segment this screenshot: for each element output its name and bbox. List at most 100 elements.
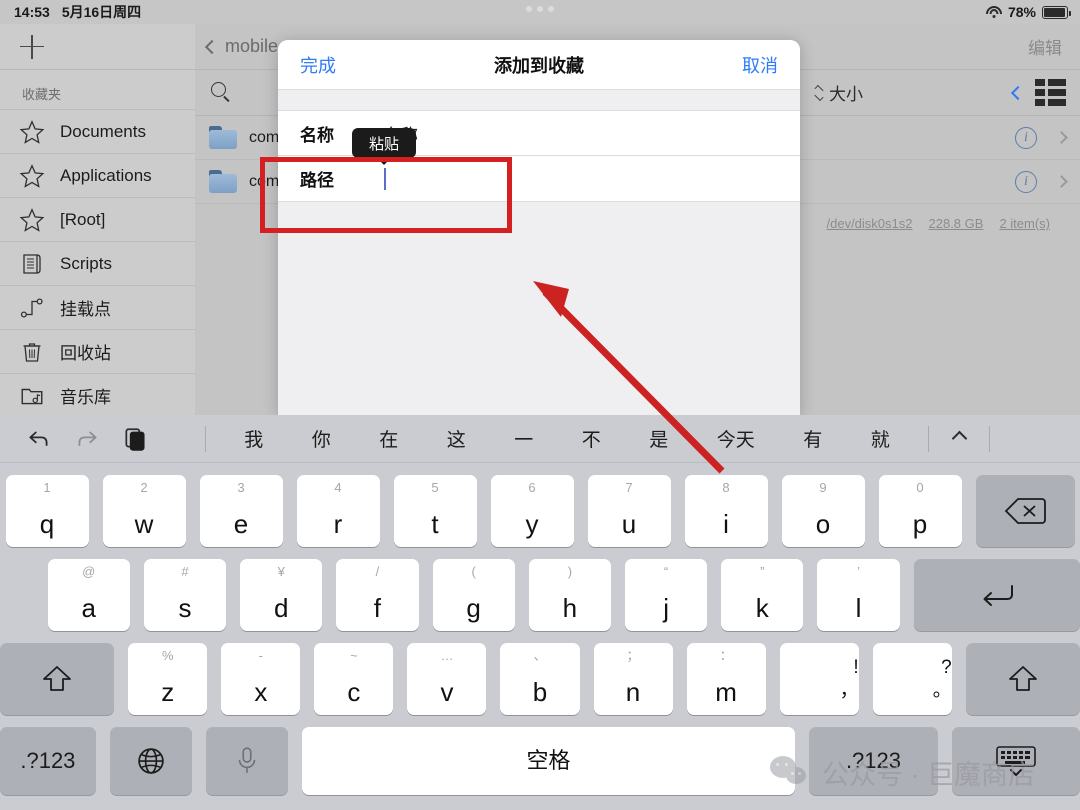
disk-device: /dev/disk0s1s2: [826, 216, 913, 231]
path-input[interactable]: [384, 167, 800, 190]
key-label: u: [621, 509, 637, 539]
key-label: 空格: [526, 748, 571, 773]
sidebar-item-music-library[interactable]: 音乐库: [0, 373, 195, 417]
key-r[interactable]: 4r: [296, 475, 380, 547]
key-t[interactable]: 5t: [393, 475, 477, 547]
key-sub-label: ”: [760, 564, 765, 579]
key-m[interactable]: ： m: [686, 643, 766, 715]
key-label: s: [178, 593, 192, 623]
key-d[interactable]: ¥ d: [240, 559, 323, 631]
path-field-row[interactable]: 路径: [278, 156, 800, 202]
sidebar-item-root[interactable]: [Root]: [0, 197, 195, 241]
key-j[interactable]: “j: [624, 559, 708, 631]
space-key[interactable]: 空格: [301, 727, 796, 795]
key-y[interactable]: 6y: [490, 475, 574, 547]
microphone-key[interactable]: [205, 727, 288, 795]
suggestion-item[interactable]: 就: [871, 425, 890, 452]
key-a[interactable]: @ a: [47, 559, 130, 631]
suggestion-item[interactable]: 不: [582, 425, 601, 452]
key-label: z: [161, 677, 175, 707]
key-sub-label: “: [663, 564, 669, 579]
wifi-icon: [985, 6, 1002, 18]
battery-percent-label: 78%: [1007, 4, 1036, 20]
key-h[interactable]: ) h: [528, 559, 611, 631]
name-input[interactable]: 名称: [384, 121, 800, 146]
sort-by-size-button[interactable]: 大小: [814, 80, 863, 105]
key-sub-label: ；: [626, 648, 640, 663]
chevron-left-icon[interactable]: [1010, 85, 1026, 100]
key-c[interactable]: ~ c: [314, 643, 394, 715]
key-label-bottom: ，: [839, 680, 859, 701]
backspace-key[interactable]: [975, 475, 1075, 547]
key-k[interactable]: ” k: [721, 559, 804, 631]
info-icon[interactable]: i: [1015, 170, 1037, 193]
suggestion-bar: 我 你 在 这 一 不 是 今天 有 就: [0, 415, 1080, 463]
edit-button[interactable]: 编辑: [1028, 34, 1062, 59]
cancel-button[interactable]: 取消: [742, 52, 778, 78]
plus-icon[interactable]: [20, 34, 44, 59]
caret-up-icon[interactable]: [951, 430, 967, 447]
suggestion-item[interactable]: 是: [649, 425, 668, 452]
key-b[interactable]: 、 b: [500, 643, 580, 715]
suggestion-item[interactable]: 今天: [717, 425, 755, 452]
key-n[interactable]: ； n: [593, 643, 673, 715]
suggestion-item[interactable]: 一: [514, 425, 533, 452]
redo-icon[interactable]: [74, 426, 100, 452]
key-z[interactable]: % z: [128, 643, 208, 715]
numbers-key-left[interactable]: .?123: [0, 727, 96, 795]
sidebar-toolbar: [0, 24, 195, 70]
chevron-left-icon: [204, 39, 220, 54]
key-exclamation-comma[interactable]: ! ，: [779, 643, 859, 715]
suggestion-item[interactable]: 有: [803, 425, 822, 452]
shift-key-right[interactable]: [965, 643, 1080, 715]
shift-key-left[interactable]: [0, 643, 115, 715]
key-i[interactable]: 8i: [684, 475, 768, 547]
sidebar-item-applications[interactable]: Applications: [0, 153, 195, 197]
paste-tooltip[interactable]: 粘贴: [352, 128, 416, 158]
key-label: w: [134, 509, 154, 539]
key-l[interactable]: ’ l: [817, 559, 900, 631]
key-label: a: [81, 593, 96, 623]
key-sub-label: 8: [722, 480, 730, 495]
suggestion-item[interactable]: 这: [447, 425, 466, 452]
hide-keyboard-key[interactable]: [951, 727, 1080, 795]
key-label: q: [39, 509, 55, 539]
return-key[interactable]: [913, 559, 1080, 631]
disk-item-count: 2 item(s): [999, 216, 1050, 231]
suggestion-item[interactable]: 我: [244, 425, 263, 452]
keyboard-row-3: % z -x ~ c … v 、 b ； n ： m ! ， ? 。: [0, 643, 1080, 715]
sidebar-item-scripts[interactable]: Scripts: [0, 241, 195, 285]
paste-icon[interactable]: [122, 426, 148, 452]
key-u[interactable]: 7u: [587, 475, 671, 547]
search-icon[interactable]: [211, 81, 233, 104]
sidebar-item-documents[interactable]: Documents: [0, 109, 195, 153]
key-label: o: [815, 509, 831, 539]
suggestion-item[interactable]: 在: [379, 425, 398, 452]
grid-view-icon[interactable]: [1035, 79, 1066, 106]
key-v[interactable]: … v: [407, 643, 487, 715]
back-button[interactable]: mobile: [204, 36, 278, 57]
key-f[interactable]: / f: [336, 559, 419, 631]
suggestion-item[interactable]: 你: [312, 425, 331, 452]
sidebar-item-trash[interactable]: 回收站: [0, 329, 195, 373]
chevron-right-icon: [1055, 131, 1068, 144]
sidebar-item-mount-points[interactable]: 挂载点: [0, 285, 195, 329]
info-icon[interactable]: i: [1015, 126, 1037, 149]
key-label: .?123: [20, 748, 76, 773]
key-x[interactable]: -x: [221, 643, 301, 715]
key-sub-label: 7: [625, 480, 633, 495]
undo-icon[interactable]: [26, 426, 52, 452]
key-o[interactable]: 9o: [781, 475, 865, 547]
key-question-period[interactable]: ? 。: [872, 643, 952, 715]
key-e[interactable]: 3e: [199, 475, 283, 547]
globe-key[interactable]: [109, 727, 192, 795]
key-g[interactable]: (g: [432, 559, 515, 631]
key-w[interactable]: 2w: [102, 475, 186, 547]
key-s[interactable]: # s: [143, 559, 227, 631]
done-button[interactable]: 完成: [300, 52, 336, 78]
key-label: k: [755, 593, 769, 623]
key-p[interactable]: 0p: [878, 475, 962, 547]
multitask-handle[interactable]: [526, 6, 554, 12]
numbers-key-right[interactable]: .?123: [809, 727, 938, 795]
key-q[interactable]: 1q: [5, 475, 89, 547]
